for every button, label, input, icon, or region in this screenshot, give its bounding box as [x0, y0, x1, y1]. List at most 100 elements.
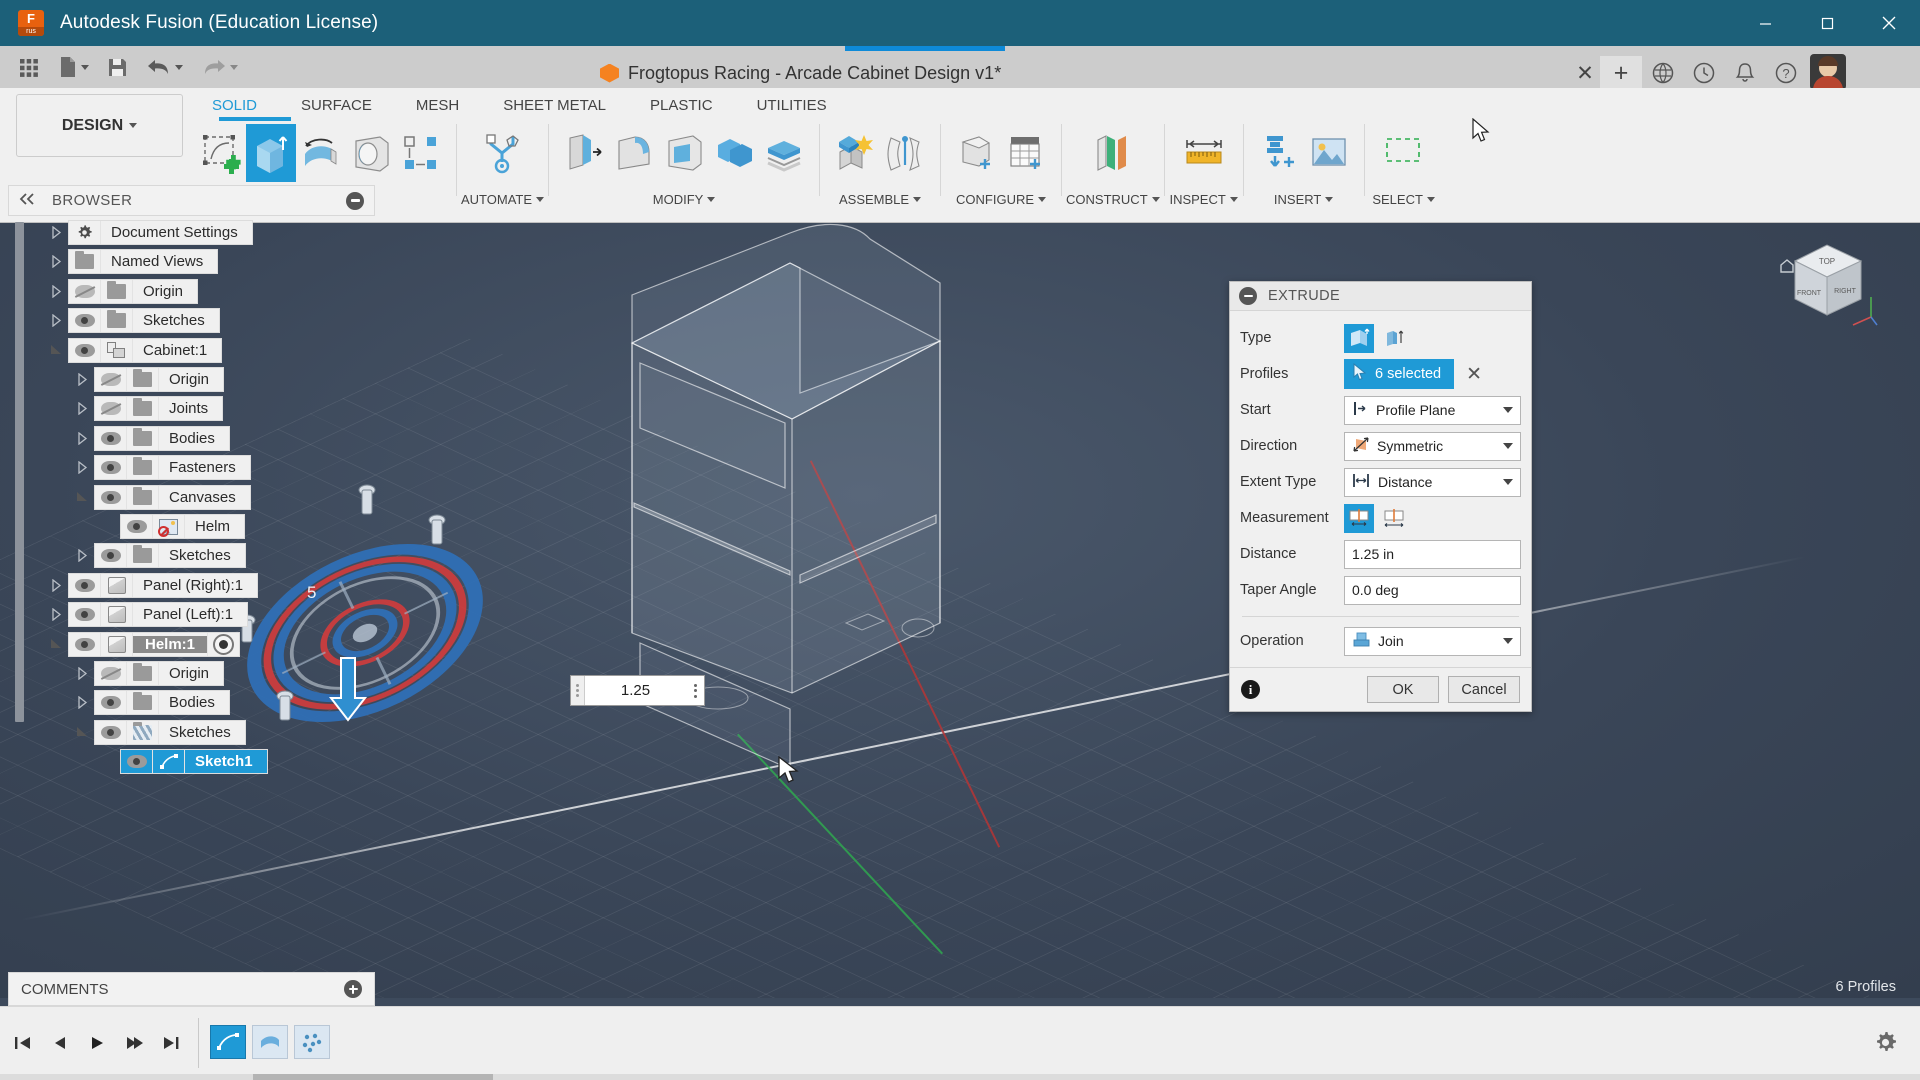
- hole-icon[interactable]: [346, 124, 396, 182]
- workspace-switcher[interactable]: DESIGN: [16, 94, 183, 157]
- browser-item-chip[interactable]: Panel (Left):1: [68, 602, 249, 628]
- dimension-input[interactable]: 1.25: [570, 675, 705, 706]
- comments-panel-header[interactable]: COMMENTS: [8, 972, 375, 1006]
- expand-arrow-icon[interactable]: [70, 455, 94, 480]
- browser-item-bodies[interactable]: Bodies: [70, 690, 230, 716]
- browser-item-chip[interactable]: Fasteners: [94, 455, 251, 481]
- browser-item-panel-left-1[interactable]: Panel (Left):1: [44, 602, 249, 628]
- extrude-feature[interactable]: [252, 1025, 288, 1059]
- visibility-on-icon[interactable]: [69, 309, 101, 333]
- visibility-on-icon[interactable]: [95, 720, 127, 744]
- configuration-icon[interactable]: [951, 124, 1001, 182]
- history-icon[interactable]: [1686, 56, 1722, 90]
- browser-item-chip[interactable]: Origin: [94, 367, 225, 392]
- redo-icon[interactable]: [193, 50, 246, 84]
- visibility-off-icon[interactable]: [95, 368, 127, 391]
- expand-arrow-icon[interactable]: [70, 426, 94, 451]
- visibility-on-icon[interactable]: [69, 632, 101, 656]
- browser-item-chip[interactable]: Document Settings: [68, 220, 253, 245]
- config-table-icon[interactable]: [1001, 124, 1051, 182]
- browser-item-fasteners[interactable]: Fasteners: [70, 455, 251, 481]
- browser-item-sketches[interactable]: Sketches: [70, 543, 246, 569]
- expand-arrow-icon[interactable]: [70, 367, 94, 392]
- browser-item-origin[interactable]: Origin: [70, 661, 225, 686]
- visibility-on-icon[interactable]: [69, 338, 101, 362]
- browser-item-chip[interactable]: Bodies: [94, 690, 230, 716]
- tab-sheet-metal[interactable]: SHEET METAL: [481, 97, 628, 114]
- profiles-selection-button[interactable]: 6 selected: [1344, 359, 1455, 389]
- visibility-on-icon[interactable]: [121, 515, 153, 538]
- save-icon[interactable]: [99, 50, 136, 84]
- browser-item-chip[interactable]: Sketches: [68, 308, 220, 334]
- tab-surface[interactable]: SURFACE: [279, 97, 394, 114]
- collapse-left-icon[interactable]: [19, 192, 36, 209]
- go-to-beginning-icon[interactable]: [10, 1030, 36, 1056]
- tab-plastic[interactable]: PLASTIC: [628, 97, 735, 114]
- create-sketch-icon[interactable]: [196, 124, 246, 182]
- offset-face-icon[interactable]: [759, 124, 809, 182]
- measure-whole-icon[interactable]: [1344, 503, 1374, 533]
- joint-icon[interactable]: [880, 124, 930, 182]
- browser-item-chip[interactable]: Canvases: [94, 484, 251, 510]
- help-icon[interactable]: ?: [1768, 56, 1804, 90]
- step-back-icon[interactable]: [47, 1030, 73, 1056]
- expand-arrow-icon[interactable]: [44, 249, 68, 274]
- visibility-on-icon[interactable]: [95, 485, 127, 509]
- browser-item-panel-right-1[interactable]: Panel (Right):1: [44, 572, 259, 598]
- step-forward-icon[interactable]: [121, 1030, 147, 1056]
- distance-input[interactable]: 1.25 in: [1344, 539, 1521, 569]
- extent-type-dropdown[interactable]: Distance: [1344, 467, 1521, 497]
- collapse-arrow-icon[interactable]: [70, 485, 94, 510]
- minimize-panel-icon[interactable]: [346, 191, 364, 210]
- tab-mesh[interactable]: MESH: [394, 97, 481, 114]
- plus-circle-icon[interactable]: [344, 980, 362, 998]
- measure-icon[interactable]: [1175, 124, 1233, 182]
- expand-arrow-icon[interactable]: [70, 543, 94, 568]
- collapse-arrow-icon[interactable]: [70, 720, 94, 745]
- expand-arrow-icon[interactable]: [70, 690, 94, 715]
- new-file-caret[interactable]: [81, 64, 89, 70]
- dimension-value[interactable]: 1.25: [585, 682, 686, 699]
- minimize-button[interactable]: [1734, 0, 1796, 46]
- browser-item-sketches[interactable]: Sketches: [44, 308, 220, 334]
- tab-solid[interactable]: SOLID: [190, 97, 279, 114]
- drag-grip-icon[interactable]: [571, 676, 585, 705]
- visibility-on-icon[interactable]: [95, 691, 127, 715]
- browser-item-helm[interactable]: Helm: [96, 514, 246, 539]
- visibility-off-icon[interactable]: [95, 662, 127, 685]
- more-options-icon[interactable]: [686, 676, 704, 705]
- go-to-end-icon[interactable]: [158, 1030, 184, 1056]
- extension-icon[interactable]: [1645, 56, 1681, 90]
- expand-arrow-icon[interactable]: [44, 602, 68, 627]
- offset-plane-icon[interactable]: [1084, 124, 1142, 182]
- collapse-icon[interactable]: [1239, 287, 1257, 305]
- expand-arrow-icon[interactable]: [44, 279, 68, 304]
- start-dropdown[interactable]: Profile Plane: [1344, 395, 1521, 425]
- combine-icon[interactable]: [709, 124, 759, 182]
- ok-button[interactable]: OK: [1367, 676, 1439, 703]
- sketch-feature[interactable]: [210, 1025, 246, 1059]
- extrude-icon[interactable]: [246, 124, 296, 182]
- visibility-off-icon[interactable]: [69, 279, 101, 303]
- construct-group-caret[interactable]: [1151, 197, 1160, 202]
- expand-arrow-icon[interactable]: [70, 661, 94, 686]
- expand-arrow-icon[interactable]: [44, 573, 68, 598]
- expand-arrow-icon[interactable]: [44, 308, 68, 333]
- direction-dropdown[interactable]: Symmetric: [1344, 431, 1521, 461]
- assemble-group-caret[interactable]: [913, 197, 922, 202]
- visibility-on-icon[interactable]: [95, 456, 127, 480]
- browser-item-chip[interactable]: Sketch1: [120, 749, 268, 775]
- close-button[interactable]: [1858, 0, 1920, 46]
- operation-dropdown[interactable]: Join: [1344, 626, 1521, 656]
- clear-x-icon[interactable]: ✕: [1466, 363, 1482, 386]
- browser-item-chip[interactable]: Origin: [68, 278, 199, 304]
- select-group-caret[interactable]: [1426, 197, 1435, 202]
- pattern-icon[interactable]: [396, 124, 446, 182]
- browser-item-origin[interactable]: Origin: [70, 367, 225, 392]
- new-file-icon[interactable]: [50, 50, 97, 84]
- undo-caret[interactable]: [175, 64, 183, 70]
- cancel-button[interactable]: Cancel: [1448, 676, 1520, 703]
- press-pull-icon[interactable]: [559, 124, 609, 182]
- play-icon[interactable]: [84, 1030, 110, 1056]
- browser-item-chip[interactable]: Origin: [94, 661, 225, 686]
